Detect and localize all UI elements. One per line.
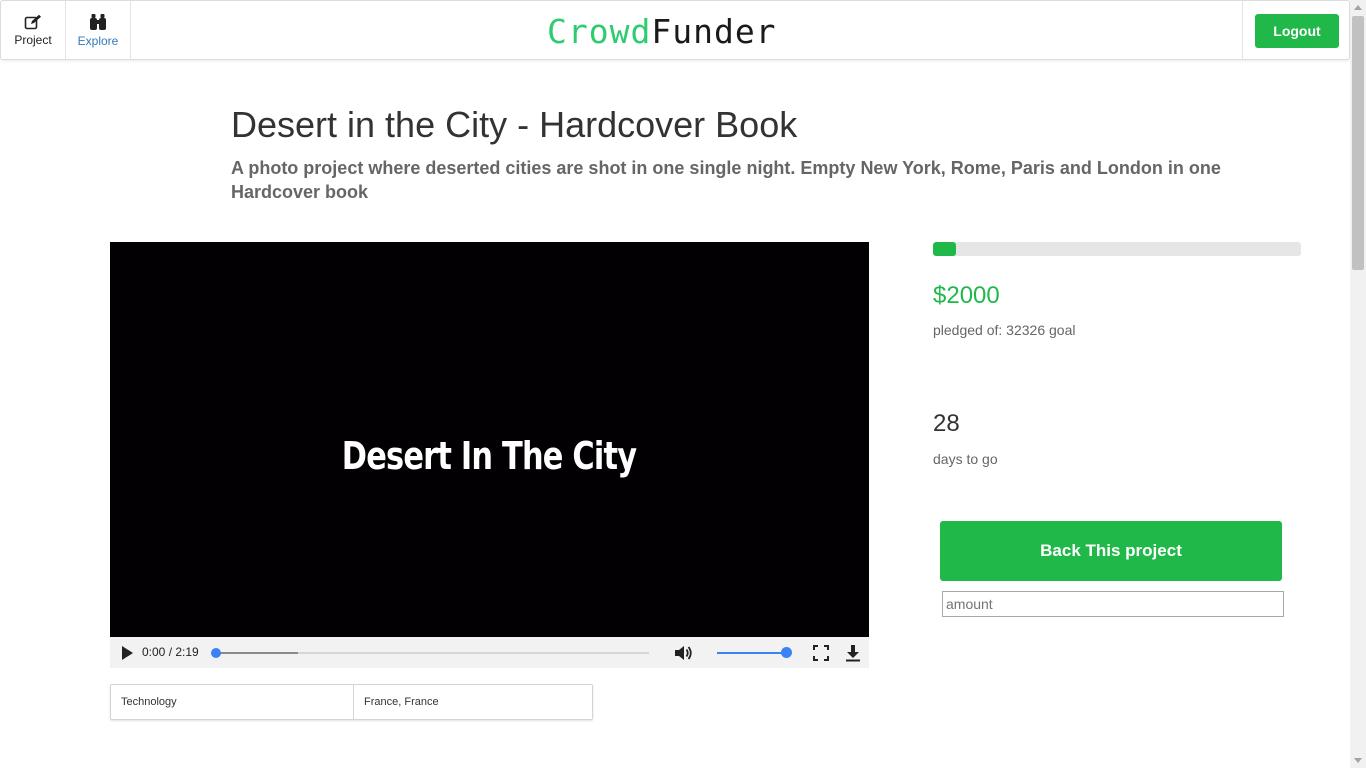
days-remaining: 28 xyxy=(933,410,960,437)
back-project-button[interactable]: Back This project xyxy=(940,521,1282,581)
project-title: Desert in the City - Hardcover Book xyxy=(231,104,798,145)
download-icon[interactable] xyxy=(845,644,861,662)
nav-project-label: Project xyxy=(14,32,52,47)
page-scrollbar[interactable] xyxy=(1350,0,1366,768)
volume-icon[interactable] xyxy=(673,643,693,663)
play-icon[interactable] xyxy=(122,646,133,660)
nav-project[interactable]: Project xyxy=(1,1,66,59)
nav-explore[interactable]: Explore xyxy=(66,1,131,59)
video-seek-knob[interactable] xyxy=(211,648,221,658)
scroll-up-arrow-icon[interactable] xyxy=(1354,5,1362,10)
video-seek-bar[interactable] xyxy=(211,648,649,658)
nav-divider xyxy=(1242,1,1243,59)
pledged-goal-label: pledged of: 32326 goal xyxy=(933,322,1076,338)
funding-progress-fill xyxy=(933,242,956,256)
video-player[interactable]: Desert In The City xyxy=(110,242,869,637)
project-subtitle: A photo project where deserted cities ar… xyxy=(231,158,1221,202)
nav-explore-label: Explore xyxy=(77,33,119,48)
logout-button[interactable]: Logout xyxy=(1255,14,1339,48)
edit-icon xyxy=(24,14,41,29)
category-tag[interactable]: Technology xyxy=(111,685,354,719)
scrollbar-thumb[interactable] xyxy=(1352,16,1364,270)
navbar: Project Explore CrowdFunder Logout xyxy=(0,0,1350,60)
brand-logo-part1: Crowd xyxy=(547,12,652,51)
video-controls: 0:00 / 2:19 xyxy=(110,637,869,668)
video-buffered xyxy=(216,652,299,654)
binoculars-icon xyxy=(90,13,106,30)
brand-logo-part2: Funder xyxy=(651,12,777,51)
volume-slider[interactable] xyxy=(717,647,792,658)
volume-knob[interactable] xyxy=(781,647,792,658)
pledged-amount: $2000 xyxy=(933,282,1000,309)
amount-input[interactable] xyxy=(942,591,1284,617)
video-time: 0:00 / 2:19 xyxy=(142,645,199,659)
fullscreen-icon[interactable] xyxy=(813,645,829,661)
location-tag[interactable]: France, France xyxy=(354,685,439,719)
days-to-go-label: days to go xyxy=(933,451,998,467)
video-frame-caption: Desert In The City xyxy=(342,433,637,478)
scroll-down-arrow-icon[interactable] xyxy=(1354,758,1362,763)
project-tags: Technology France, France xyxy=(110,684,593,720)
funding-progress-bar xyxy=(933,242,1301,256)
brand-logo[interactable]: CrowdFunder xyxy=(547,12,777,51)
